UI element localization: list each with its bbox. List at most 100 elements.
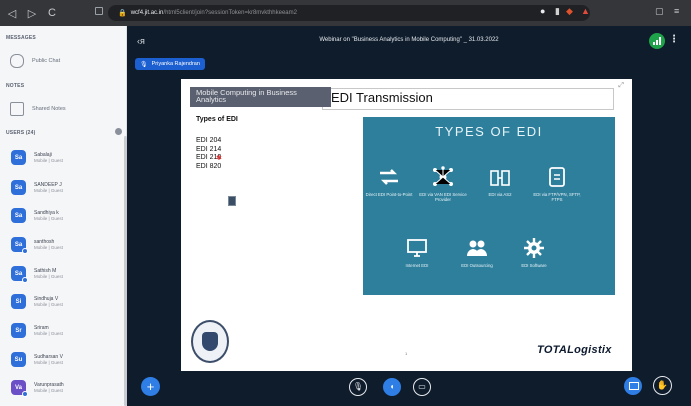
presentation-button[interactable] xyxy=(624,377,642,395)
connection-status-icon[interactable] xyxy=(649,33,665,49)
microphone-muted-icon: 🎙 xyxy=(352,382,364,391)
people-icon xyxy=(467,240,487,256)
user-role: Mobile | Guest xyxy=(34,330,63,336)
options-menu-icon[interactable]: ⋮ xyxy=(669,35,679,45)
user-list-item[interactable]: Sa santhosh Mobile | Guest xyxy=(11,237,63,254)
avatar: Sr xyxy=(11,323,26,338)
infographic-title: TYPES OF EDI xyxy=(435,124,543,139)
infographic-item: EDI via FTP/VPN, SFTP, FTPS xyxy=(531,166,583,202)
presenter-name: Priyanka Rajendran xyxy=(151,61,200,67)
url-path: /html5client/join?sessionToken=kr8mvkthh… xyxy=(163,10,297,16)
audio-button[interactable]: ◖ xyxy=(383,378,401,396)
list-item: EDI 214 xyxy=(196,145,222,153)
user-role: Mobile | Guest xyxy=(34,157,63,163)
presentation-slide: Mobile Computing in Business Analytics E… xyxy=(181,79,632,371)
actions-plus-button[interactable]: + xyxy=(141,377,160,396)
user-name: Sudharsan V xyxy=(34,353,63,360)
mobile-status-icon xyxy=(22,277,28,283)
arrows-icon xyxy=(380,169,398,185)
window-restore-icon[interactable]: ▢ xyxy=(655,6,664,17)
url-host: wcf4.jit.ac.in xyxy=(130,10,164,16)
user-role: Mobile | Guest xyxy=(34,187,63,193)
slide-course-banner: Mobile Computing in Business Analytics xyxy=(190,87,331,107)
infographic-item: EDI Software xyxy=(508,237,560,268)
profile-menu-icon[interactable]: ≡ xyxy=(674,6,679,16)
shared-notes-item[interactable]: Shared Notes xyxy=(10,102,66,116)
camera-off-icon: ▭ xyxy=(418,382,426,391)
messages-section-title: MESSAGES xyxy=(6,35,36,41)
university-seal xyxy=(191,320,229,363)
back-button[interactable]: ◁ xyxy=(4,7,20,20)
unmute-button[interactable]: 🎙 xyxy=(349,378,367,396)
infographic-item: Direct EDI Point-to-Point xyxy=(363,166,415,197)
avatar: Si xyxy=(11,294,26,309)
lock-icon: 🔒 xyxy=(118,10,127,17)
list-item: EDI 204 xyxy=(196,137,222,144)
notes-section-title: NOTES xyxy=(6,83,25,89)
monitor-icon xyxy=(407,239,427,257)
reload-button[interactable]: C xyxy=(44,7,60,19)
user-role: Mobile | Guest xyxy=(34,359,63,365)
network-icon xyxy=(433,166,453,186)
user-role: Mobile | Guest xyxy=(34,244,63,250)
warning-icon[interactable]: ▲ xyxy=(581,6,590,16)
avatar: Sa xyxy=(11,208,26,223)
user-list-item[interactable]: Sa Sabalaji Mobile | Guest xyxy=(11,150,63,165)
user-list-item[interactable]: Si Sindhuja V Mobile | Guest xyxy=(11,294,63,309)
forward-button[interactable]: ▷ xyxy=(24,7,40,20)
video-button[interactable]: ▭ xyxy=(413,378,431,396)
public-chat-label: Public Chat xyxy=(32,58,61,64)
extension-icon[interactable]: ● xyxy=(540,6,545,16)
user-name: Sandhiya k xyxy=(34,209,59,216)
fullscreen-icon[interactable]: ⤢ xyxy=(618,82,624,90)
shared-notes-label: Shared Notes xyxy=(32,106,66,112)
document-icon xyxy=(549,167,565,187)
infographic-item: EDI Outsourcing xyxy=(451,237,503,268)
user-role: Mobile | Guest xyxy=(34,215,63,221)
user-options-gear-icon[interactable] xyxy=(115,128,122,135)
servers-icon xyxy=(490,170,510,186)
user-list-item[interactable]: Va Varunprasath Mobile | Guest xyxy=(11,380,64,397)
raise-hand-button[interactable]: ✋ xyxy=(653,376,672,395)
public-chat-item[interactable]: Public Chat xyxy=(10,54,60,68)
brand-logo: TOTALogistix xyxy=(537,344,612,356)
gear-icon xyxy=(524,238,544,258)
avatar: Sa xyxy=(11,150,26,165)
types-heading: Types of EDI xyxy=(196,116,238,123)
user-list-item[interactable]: Sr Sriram Mobile | Guest xyxy=(11,323,63,338)
user-role: Mobile | Guest xyxy=(34,387,63,393)
meeting-title: Webinar on "Business Analytics in Mobile… xyxy=(319,37,499,43)
address-bar[interactable]: 🔒 wcf4.jit.ac.in /html5client/join?sessi… xyxy=(108,5,590,21)
infographic-item: EDI via AS2 xyxy=(474,166,526,197)
avatar: Va xyxy=(11,380,28,397)
user-list-item[interactable]: Sa SANDEEP J Mobile | Guest xyxy=(11,180,63,195)
avatar: Sa xyxy=(11,266,28,283)
avatar: Su xyxy=(11,352,26,367)
hand-icon: ✋ xyxy=(656,380,669,390)
user-name: Varunprasath xyxy=(34,381,64,388)
user-list-scrollbar[interactable] xyxy=(124,136,127,406)
microphone-icon: 🎙 xyxy=(140,61,148,68)
types-of-edi-infographic: TYPES OF EDI Direct EDI Point-to-Point E… xyxy=(363,117,615,295)
tab-search-icon[interactable] xyxy=(95,7,103,15)
page-number: 1 xyxy=(405,351,408,356)
meeting-header: ‹ᴙ Webinar on "Business Analytics in Mob… xyxy=(127,26,691,56)
user-list-item[interactable]: Sa Sandhiya k Mobile | Guest xyxy=(11,208,63,223)
presenter-badge: 🎙 Priyanka Rajendran xyxy=(135,58,205,70)
list-item: EDI 820 xyxy=(196,162,222,170)
mobile-status-icon xyxy=(22,248,28,254)
extension-menu-icon[interactable]: ▮ xyxy=(555,6,560,17)
headphones-icon: ◖ xyxy=(389,382,395,391)
sidebar: MESSAGES Public Chat NOTES Shared Notes … xyxy=(0,26,127,406)
chat-icon xyxy=(10,54,24,68)
mobile-status-icon xyxy=(22,391,28,397)
user-list-item[interactable]: Sa Sathish M Mobile | Guest xyxy=(11,266,63,283)
user-role: Mobile | Guest xyxy=(34,301,63,307)
brave-shield-icon[interactable]: ◆ xyxy=(566,6,573,17)
user-list-item[interactable]: Su Sudharsan V Mobile | Guest xyxy=(11,352,63,367)
infographic-item: Internet EDI xyxy=(391,237,443,268)
slide-title: EDI Transmission xyxy=(331,90,433,105)
avatar: Sa xyxy=(11,237,28,254)
user-role: Mobile | Guest xyxy=(34,273,63,279)
avatar: Sa xyxy=(11,180,26,195)
